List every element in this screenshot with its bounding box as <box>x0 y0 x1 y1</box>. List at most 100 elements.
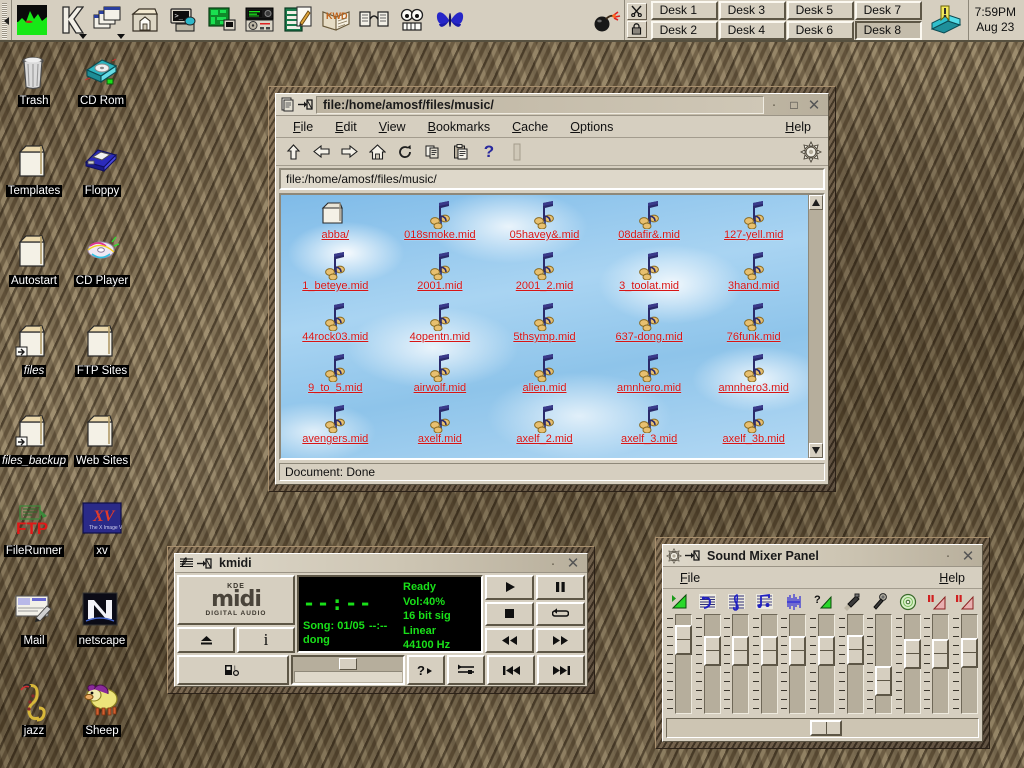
windows-stack-icon[interactable] <box>89 1 127 39</box>
mixer-slider-knob[interactable] <box>789 636 806 666</box>
scissors-icon[interactable] <box>627 3 647 20</box>
repeat-loop-icon[interactable] <box>536 602 585 627</box>
desktop-icon-jazz[interactable]: jazz <box>0 676 68 766</box>
minimize-button[interactable]: · <box>545 555 561 571</box>
desktop-icon-web-sites[interactable]: Web Sites <box>68 406 136 496</box>
file-item[interactable]: 018smoke.mid <box>388 199 493 250</box>
copy-pages-icon[interactable] <box>420 140 446 164</box>
network-nodes-icon[interactable] <box>355 1 393 39</box>
minimize-button[interactable]: · <box>766 97 782 113</box>
terminal-computer-icon[interactable]: >_ <box>165 1 203 39</box>
desktop-icon-floppy[interactable]: Floppy <box>68 136 136 226</box>
kwd-book-icon[interactable]: KWD <box>317 1 355 39</box>
paste-clipboard-icon[interactable] <box>448 140 474 164</box>
desk-button-desk-8[interactable]: Desk 8 <box>855 21 922 40</box>
file-item[interactable]: amnhero.mid <box>597 352 702 403</box>
notepad-pencil-icon[interactable] <box>279 1 317 39</box>
blue-butterfly-icon[interactable] <box>431 1 469 39</box>
arrow-left-icon[interactable] <box>308 140 334 164</box>
mixer-slider[interactable] <box>953 614 978 714</box>
sticky-pin-icon[interactable] <box>296 96 314 114</box>
desktop-icon-netscape[interactable]: netscape <box>68 586 136 676</box>
panel-clock[interactable]: 7:59PM Aug 23 <box>968 0 1024 40</box>
file-item[interactable]: axelf_3b.mid <box>701 403 806 454</box>
desktop-icon-xv[interactable]: XV The X Image Viewerxv <box>68 496 136 586</box>
stereo-rack-icon[interactable] <box>241 1 279 39</box>
file-item[interactable]: axelf_3.mid <box>597 403 702 454</box>
desktop-icon-ftp-sites[interactable]: FTP Sites <box>68 316 136 406</box>
file-item[interactable]: 08dafir&.mid <box>597 199 702 250</box>
arrow-right-icon[interactable] <box>336 140 362 164</box>
monitor-graph-icon[interactable] <box>13 1 51 39</box>
stop-button[interactable] <box>485 602 534 627</box>
maximize-button[interactable]: □ <box>786 97 802 113</box>
settings-button[interactable] <box>447 655 485 685</box>
menu-options[interactable]: Options <box>559 118 624 136</box>
next-track-button[interactable] <box>537 655 585 685</box>
desk-button-desk-2[interactable]: Desk 2 <box>651 21 718 40</box>
mixer-slider-trough[interactable] <box>704 614 721 714</box>
pause-button[interactable] <box>536 575 585 600</box>
treble-clef-icon[interactable] <box>724 592 750 612</box>
file-item[interactable]: 76funk.mid <box>701 301 806 352</box>
mixer-slider-trough[interactable] <box>847 614 864 714</box>
desktop-icon-filerunner[interactable]: FTPFileRunner <box>0 496 68 586</box>
file-item[interactable]: 2001.mid <box>388 250 493 301</box>
scrollbar-track[interactable] <box>809 210 823 443</box>
desk-button-desk-4[interactable]: Desk 4 <box>719 21 786 40</box>
desktop-icon-cd-player[interactable]: CD Player <box>68 226 136 316</box>
green-volume-icon[interactable] <box>667 592 693 612</box>
compact-disc-icon[interactable] <box>895 592 921 612</box>
kde-k-logo-icon[interactable] <box>51 1 89 39</box>
file-item[interactable]: 9_to_5.mid <box>283 352 388 403</box>
sticky-pin-icon[interactable] <box>683 547 701 565</box>
menu-bookmarks[interactable]: Bookmarks <box>417 118 502 136</box>
info-button[interactable]: i <box>237 627 295 653</box>
kde-gear-icon[interactable] <box>798 140 824 164</box>
mixer-slider-knob[interactable] <box>818 636 835 666</box>
bomb-fuse-icon[interactable] <box>590 1 624 39</box>
mixer-slider-knob[interactable] <box>704 636 721 666</box>
file-item[interactable]: abba/ <box>283 199 388 250</box>
desk-button-desk-6[interactable]: Desk 6 <box>787 21 854 40</box>
scroll-up-arrow-icon[interactable] <box>809 195 823 210</box>
mixer-slider[interactable] <box>724 614 749 714</box>
desk-button-desk-7[interactable]: Desk 7 <box>855 1 922 20</box>
music-staff-icon[interactable] <box>177 554 195 572</box>
arrow-up-icon[interactable] <box>280 140 306 164</box>
menu-file[interactable]: File <box>282 118 324 136</box>
mixer-slider-knob[interactable] <box>904 639 921 669</box>
desktop-icon-templates[interactable]: Templates <box>0 136 68 226</box>
mixer-slider-knob[interactable] <box>675 625 692 655</box>
minimize-button[interactable]: · <box>940 548 956 564</box>
desktop-icon-files[interactable]: files <box>0 316 68 406</box>
file-item[interactable]: 3_toolat.mid <box>597 250 702 301</box>
mixer-slider-knob[interactable] <box>961 638 978 668</box>
mixer-slider-trough[interactable] <box>875 614 892 714</box>
file-item[interactable]: amnhero3.mid <box>701 352 806 403</box>
mixer-slider-knob[interactable] <box>761 636 778 666</box>
file-item[interactable]: 4opentn.mid <box>388 301 493 352</box>
line-in-plug-icon[interactable] <box>838 592 864 612</box>
file-item[interactable]: 1_beteye.mid <box>283 250 388 301</box>
file-item[interactable]: 05havey&.mid <box>492 199 597 250</box>
close-button[interactable]: ✕ <box>960 548 976 564</box>
rewind-button[interactable] <box>485 628 534 653</box>
desktop-icon-files-backup[interactable]: files_backup <box>0 406 68 496</box>
kmidi-titlebar[interactable]: kmidi · ✕ <box>175 554 587 573</box>
close-button[interactable]: ✕ <box>565 555 581 571</box>
microphone-icon[interactable] <box>867 592 893 612</box>
eject-button[interactable] <box>177 627 235 653</box>
mixer-slider-knob[interactable] <box>732 636 749 666</box>
blue-book-bookmark-icon[interactable] <box>924 1 968 39</box>
mixer-slider-trough[interactable] <box>675 614 692 714</box>
mixer-slider-trough[interactable] <box>818 614 835 714</box>
desktop-icon-autostart[interactable]: Autostart <box>0 226 68 316</box>
mixer-slider-trough[interactable] <box>961 614 978 714</box>
menu-edit[interactable]: Edit <box>324 118 368 136</box>
desk-button-desk-3[interactable]: Desk 3 <box>719 1 786 20</box>
mixer-slider[interactable] <box>810 614 835 714</box>
file-item[interactable]: 5thsymp.mid <box>492 301 597 352</box>
mixer-slider[interactable] <box>696 614 721 714</box>
menu-help[interactable]: Help <box>928 569 976 587</box>
